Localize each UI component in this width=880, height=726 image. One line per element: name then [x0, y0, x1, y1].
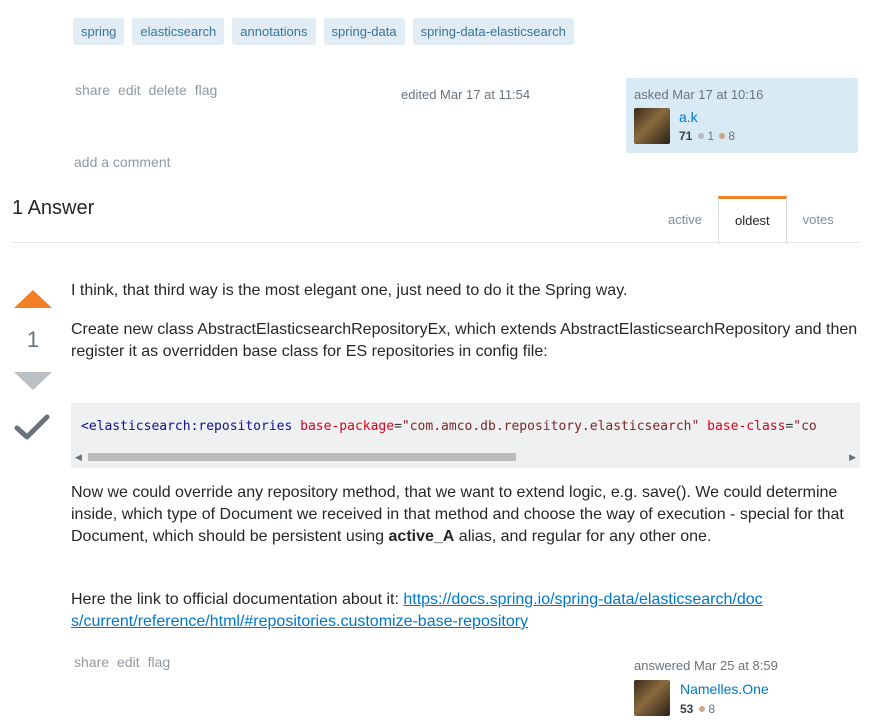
bronze-badge-icon — [719, 133, 726, 140]
answer-share-link[interactable]: share — [74, 654, 109, 670]
asked-timestamp: asked Mar 17 at 10:16 — [634, 87, 764, 102]
code-value-base-package: "com.amco.db.repository.elasticsearch" — [401, 419, 700, 434]
alias-name: active_A — [388, 528, 455, 545]
answer-flag-link[interactable]: flag — [148, 654, 171, 670]
answerer-reputation-score: 53 — [680, 702, 694, 716]
accepted-checkmark-icon — [14, 414, 50, 440]
tag-list: spring elasticsearch annotations spring-… — [73, 18, 574, 45]
flag-link[interactable]: flag — [195, 82, 218, 98]
answer-sort-tabs: active oldest votes — [652, 196, 850, 244]
code-line: <elasticsearch:repositories base-package… — [81, 419, 817, 434]
answerer-avatar[interactable] — [634, 680, 670, 716]
edit-link[interactable]: edit — [118, 82, 141, 98]
tag-spring[interactable]: spring — [73, 18, 125, 45]
edited-timestamp[interactable]: edited Mar 17 at 11:54 — [401, 87, 530, 102]
answer-count-heading: 1 Answer — [12, 197, 95, 219]
code-attr-base-class: base-class — [707, 419, 786, 434]
paragraph-3-text-end: alias, and regular for any other one. — [454, 528, 712, 545]
tag-spring-data-elasticsearch[interactable]: spring-data-elasticsearch — [412, 18, 574, 45]
user-reputation: 71 1 8 — [679, 129, 735, 143]
code-block: <elasticsearch:repositories base-package… — [71, 403, 860, 468]
code-value-base-class: "co — [793, 419, 817, 434]
delete-link[interactable]: delete — [149, 82, 187, 98]
bronze-badge-icon — [699, 706, 706, 713]
answer-paragraph-3: Now we could override any repository met… — [71, 482, 861, 548]
user-name-link[interactable]: a.k — [679, 109, 698, 125]
header-divider — [12, 242, 860, 243]
answer-paragraph-1: I think, that third way is the most eleg… — [71, 282, 628, 299]
code-tag: <elasticsearch:repositories — [81, 419, 293, 434]
add-comment-link[interactable]: add a comment — [74, 154, 171, 170]
vote-count: 1 — [26, 327, 40, 352]
paragraph-4-text: Here the link to official documentation … — [71, 591, 404, 608]
tab-votes[interactable]: votes — [787, 196, 850, 243]
horizontal-scrollbar[interactable]: ◀ ▶ — [75, 451, 856, 463]
answerer-name-link[interactable]: Namelles.One — [680, 681, 769, 697]
scroll-right-icon[interactable]: ▶ — [849, 451, 856, 463]
answer-edit-link[interactable]: edit — [117, 654, 140, 670]
tab-active[interactable]: active — [652, 196, 718, 243]
answerer-reputation: 53 8 — [680, 702, 715, 716]
question-post-menu: share edit delete flag — [75, 82, 217, 98]
reputation-score: 71 — [679, 129, 693, 143]
silver-badge-count: 1 — [707, 129, 715, 143]
tab-oldest[interactable]: oldest — [717, 196, 787, 244]
answered-timestamp: answered Mar 25 at 8:59 — [634, 658, 778, 673]
tag-annotations[interactable]: annotations — [232, 18, 316, 45]
scrollbar-thumb[interactable] — [88, 453, 516, 461]
bronze-badge-count: 8 — [728, 129, 736, 143]
tag-spring-data[interactable]: spring-data — [323, 18, 405, 45]
answer-paragraph-2: Create new class AbstractElasticsearchRe… — [71, 321, 858, 360]
user-avatar[interactable] — [634, 108, 670, 144]
upvote-arrow-icon[interactable] — [14, 290, 52, 308]
tag-elasticsearch[interactable]: elasticsearch — [132, 18, 225, 45]
downvote-arrow-icon[interactable] — [14, 372, 52, 390]
scroll-left-icon[interactable]: ◀ — [75, 451, 82, 463]
question-owner-card: asked Mar 17 at 10:16 a.k 71 1 8 — [626, 78, 858, 153]
share-link[interactable]: share — [75, 82, 110, 98]
answerer-bronze-count: 8 — [708, 702, 716, 716]
code-attr-base-package: base-package — [300, 419, 395, 434]
answer-paragraph-4: Here the link to official documentation … — [71, 589, 771, 633]
silver-badge-icon — [698, 133, 705, 140]
answer-post-menu: share edit flag — [74, 654, 170, 670]
